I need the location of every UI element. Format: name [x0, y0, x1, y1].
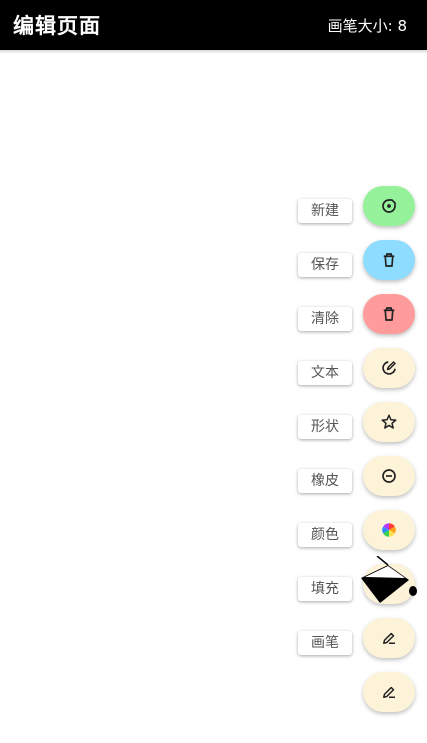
menu-row-color: 颜色 [0, 510, 427, 564]
menu-label-save[interactable]: 保存 [298, 253, 352, 277]
save-icon [383, 253, 395, 267]
clear-button[interactable] [363, 294, 415, 334]
menu-row-eraser: 橡皮 [0, 456, 427, 510]
shape-button[interactable] [363, 402, 415, 442]
brush-pen-icon [383, 632, 395, 644]
new-button[interactable] [363, 186, 415, 226]
menu-row-fill: 填充 [0, 556, 427, 618]
brush-button[interactable] [363, 618, 415, 658]
menu-label-eraser[interactable]: 橡皮 [298, 469, 352, 493]
menu-label-brush[interactable]: 画笔 [298, 631, 352, 655]
color-button[interactable] [363, 510, 415, 550]
color-wheel-icon [382, 523, 396, 537]
save-button[interactable] [363, 240, 415, 280]
text-icon [382, 361, 396, 375]
menu-label-shape[interactable]: 形状 [298, 415, 352, 439]
eraser-button[interactable] [363, 456, 415, 496]
menu-label-text[interactable]: 文本 [298, 361, 352, 385]
menu-label-color[interactable]: 颜色 [298, 523, 352, 547]
shape-star-icon [381, 414, 397, 429]
menu-row-save: 保存 [0, 240, 427, 294]
text-button[interactable] [363, 348, 415, 388]
eraser-icon [382, 469, 396, 483]
app-header: 编辑页面 画笔大小: 8 [0, 0, 427, 54]
main-menu-button[interactable] [363, 672, 415, 712]
brush-size-indicator: 画笔大小: 8 [327, 17, 407, 35]
menu-row-clear: 清除 [0, 294, 427, 348]
menu-label-fill[interactable]: 填充 [298, 577, 352, 601]
pen-icon [383, 686, 395, 698]
fill-button[interactable] [363, 564, 415, 604]
menu-row-new: 新建 [0, 186, 427, 240]
page-title: 编辑页面 [13, 14, 101, 38]
new-icon [382, 199, 396, 213]
clear-icon [383, 307, 395, 321]
menu-row-brush: 画笔 [0, 618, 427, 672]
menu-label-new[interactable]: 新建 [298, 199, 352, 223]
menu-row-shape: 形状 [0, 402, 427, 456]
main-fab-row [0, 672, 427, 726]
menu-row-text: 文本 [0, 348, 427, 402]
menu-label-clear[interactable]: 清除 [298, 307, 352, 331]
